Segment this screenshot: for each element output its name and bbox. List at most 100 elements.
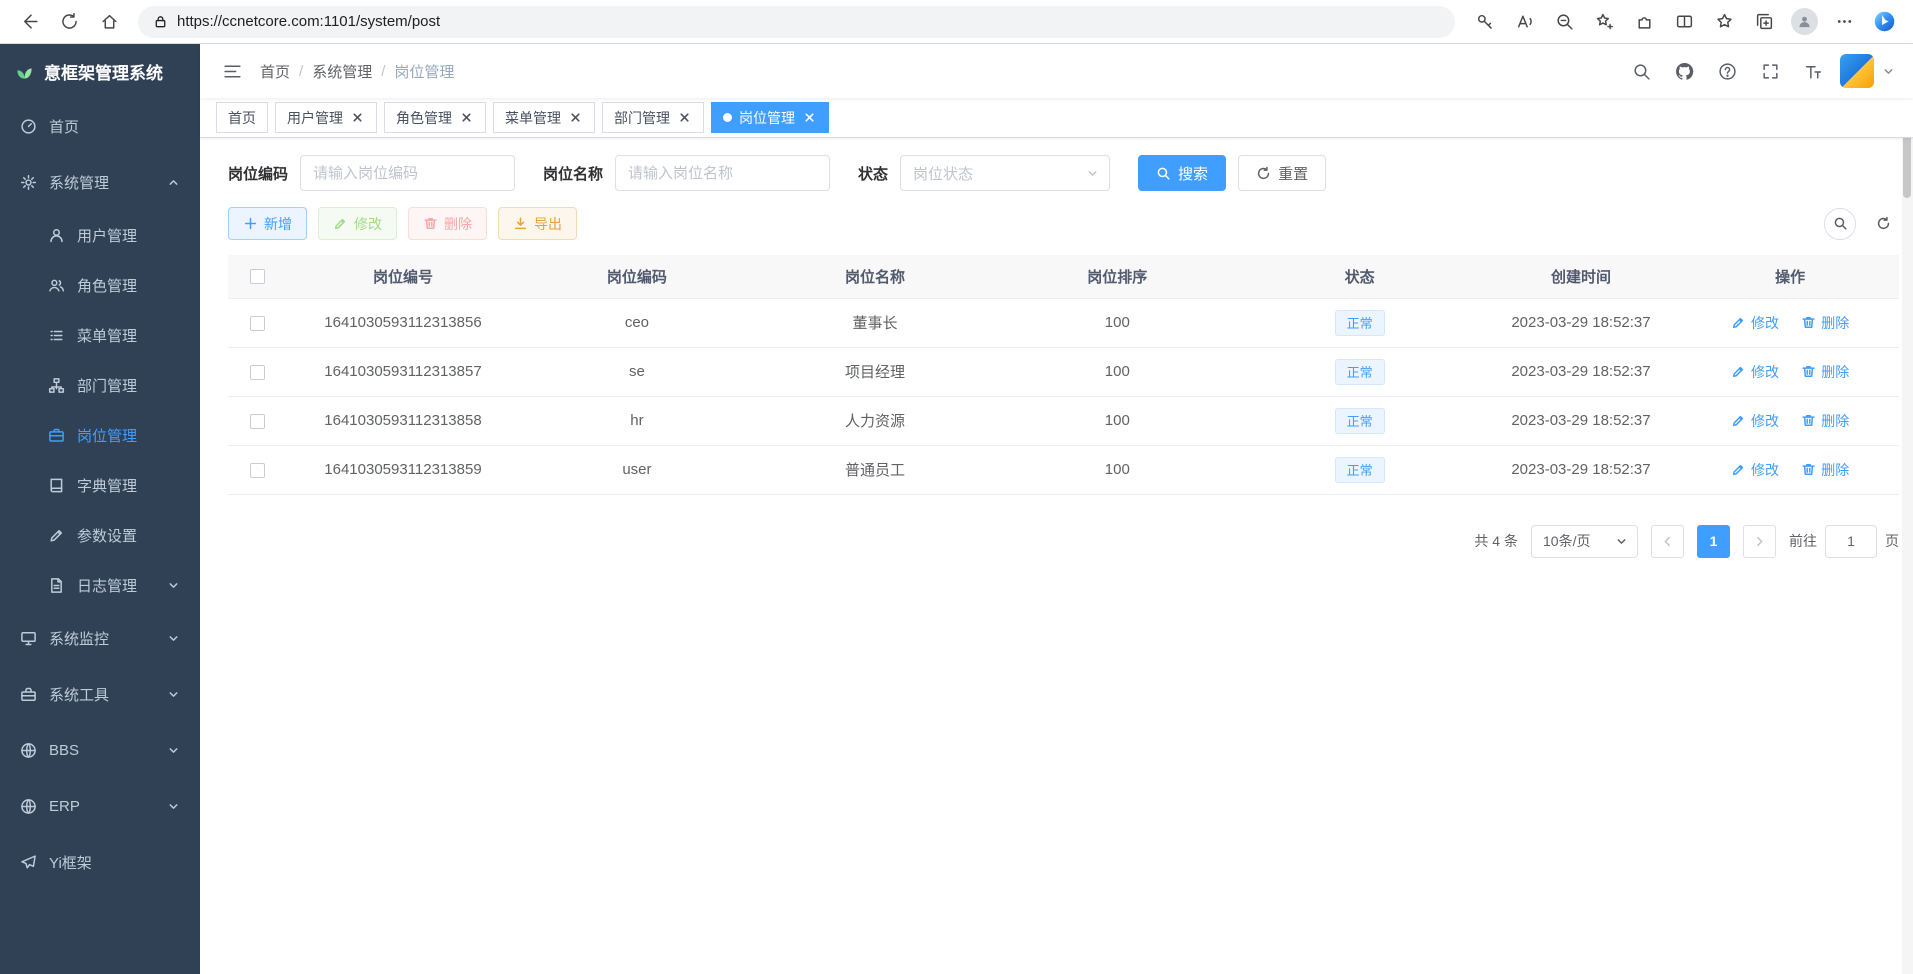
tab-home[interactable]: 首页 <box>216 102 268 133</box>
row-edit-link[interactable]: 修改 <box>1731 313 1779 333</box>
password-manager-button[interactable] <box>1465 5 1503 39</box>
breadcrumb: 首页 / 系统管理 / 岗位管理 <box>260 61 454 82</box>
goto-page-input[interactable] <box>1825 525 1877 558</box>
sidebar-item-dept-management[interactable]: 部门管理 <box>0 360 200 410</box>
row-edit-link[interactable]: 修改 <box>1731 411 1779 431</box>
tab-close-icon[interactable] <box>677 110 692 125</box>
sidebar-item-menu-management[interactable]: 菜单管理 <box>0 310 200 360</box>
tab-close-icon[interactable] <box>459 110 474 125</box>
browser-back-button[interactable] <box>10 5 48 39</box>
row-edit-link[interactable]: 修改 <box>1731 362 1779 382</box>
read-aloud-button[interactable] <box>1505 5 1543 39</box>
browser-menu-button[interactable] <box>1825 5 1863 39</box>
extensions-button[interactable] <box>1625 5 1663 39</box>
sidebar-item-user-management[interactable]: 用户管理 <box>0 210 200 260</box>
address-bar[interactable]: https://ccnetcore.com:1101/system/post <box>138 6 1455 38</box>
magnifier-minus-icon <box>1555 12 1574 31</box>
goto-label: 前往 <box>1789 531 1817 551</box>
sidebar-item-log-management[interactable]: 日志管理 <box>0 560 200 610</box>
tab-close-icon[interactable] <box>802 110 817 125</box>
row-checkbox[interactable] <box>250 316 265 331</box>
page-number-1[interactable]: 1 <box>1697 525 1730 558</box>
select-all-checkbox[interactable] <box>250 269 265 284</box>
sidebar-item-system-management[interactable]: 系统管理 <box>0 154 200 210</box>
breadcrumb-separator: / <box>381 63 385 80</box>
sidebar-item-param-settings[interactable]: 参数设置 <box>0 510 200 560</box>
browser-scrollbar[interactable] <box>1902 45 1913 974</box>
tab-dept-management[interactable]: 部门管理 <box>602 102 704 133</box>
add-favorite-button[interactable] <box>1585 5 1623 39</box>
split-screen-button[interactable] <box>1665 5 1703 39</box>
sidebar-item-dict-management[interactable]: 字典管理 <box>0 460 200 510</box>
search-button[interactable]: 搜索 <box>1138 155 1226 191</box>
row-delete-link[interactable]: 删除 <box>1801 411 1849 431</box>
sidebar-item-bbs[interactable]: BBS <box>0 722 200 778</box>
browser-chrome: https://ccnetcore.com:1101/system/post <box>0 0 1913 44</box>
sidebar-item-home[interactable]: 首页 <box>0 98 200 154</box>
row-edit-link[interactable]: 修改 <box>1731 460 1779 480</box>
page-size-select[interactable]: 10条/页 <box>1531 525 1638 558</box>
sidebar-item-role-management[interactable]: 角色管理 <box>0 260 200 310</box>
monitor-icon <box>20 630 37 647</box>
table-row: 1641030593112313858 hr 人力资源 100 正常 2023-… <box>228 396 1899 445</box>
github-button[interactable] <box>1668 55 1700 87</box>
zoom-button[interactable] <box>1545 5 1583 39</box>
globe-icon <box>20 798 37 815</box>
prev-page-button[interactable] <box>1651 525 1684 558</box>
breadcrumb-system[interactable]: 系统管理 <box>312 61 372 82</box>
sidebar-item-erp[interactable]: ERP <box>0 778 200 834</box>
tab-menu-management[interactable]: 菜单管理 <box>493 102 595 133</box>
status-badge: 正常 <box>1335 359 1385 385</box>
row-delete-link[interactable]: 删除 <box>1801 460 1849 480</box>
tab-close-icon[interactable] <box>568 110 583 125</box>
status-select[interactable]: 岗位状态 <box>900 155 1110 191</box>
help-button[interactable] <box>1711 55 1743 87</box>
add-button[interactable]: 新增 <box>228 207 307 240</box>
breadcrumb-home[interactable]: 首页 <box>260 61 290 82</box>
browser-home-button[interactable] <box>90 5 128 39</box>
sidebar-item-system-monitor[interactable]: 系统监控 <box>0 610 200 666</box>
row-checkbox[interactable] <box>250 414 265 429</box>
show-search-button[interactable] <box>1824 208 1856 240</box>
user-avatar[interactable] <box>1840 54 1874 88</box>
bing-chat-button[interactable] <box>1865 5 1903 39</box>
post-code-input[interactable] <box>300 155 515 191</box>
sidebar-toggle-button[interactable] <box>214 53 250 89</box>
row-checkbox[interactable] <box>250 365 265 380</box>
chevron-down-icon <box>167 632 180 645</box>
sidebar-item-system-tools[interactable]: 系统工具 <box>0 666 200 722</box>
header-search-button[interactable] <box>1625 55 1657 87</box>
modify-button[interactable]: 修改 <box>318 207 397 240</box>
avatar-dropdown-caret[interactable] <box>1882 65 1895 78</box>
export-button[interactable]: 导出 <box>498 207 577 240</box>
refresh-table-button[interactable] <box>1867 208 1899 240</box>
breadcrumb-separator: / <box>299 63 303 80</box>
next-page-button[interactable] <box>1743 525 1776 558</box>
collections-button[interactable] <box>1745 5 1783 39</box>
row-delete-link[interactable]: 删除 <box>1801 313 1849 333</box>
delete-button[interactable]: 删除 <box>408 207 487 240</box>
browser-refresh-button[interactable] <box>50 5 88 39</box>
font-size-button[interactable] <box>1797 55 1829 87</box>
reset-button[interactable]: 重置 <box>1238 155 1326 191</box>
favorites-button[interactable] <box>1705 5 1743 39</box>
tab-close-icon[interactable] <box>350 110 365 125</box>
browser-profile-button[interactable] <box>1785 5 1823 39</box>
sidebar-item-yi-framework[interactable]: Yi框架 <box>0 834 200 890</box>
lock-icon <box>153 14 168 29</box>
tab-role-management[interactable]: 角色管理 <box>384 102 486 133</box>
fullscreen-button[interactable] <box>1754 55 1786 87</box>
sidebar-item-post-management[interactable]: 岗位管理 <box>0 410 200 460</box>
sidebar-item-label: Yi框架 <box>49 852 180 873</box>
search-form: 岗位编码 岗位名称 状态 岗位状态 搜索 <box>228 155 1899 191</box>
users-icon <box>48 277 65 294</box>
chevron-down-icon <box>167 800 180 813</box>
row-delete-link[interactable]: 删除 <box>1801 362 1849 382</box>
tab-post-management[interactable]: 岗位管理 <box>711 102 829 133</box>
tab-user-management[interactable]: 用户管理 <box>275 102 377 133</box>
goto-unit: 页 <box>1885 531 1899 551</box>
post-name-input[interactable] <box>615 155 830 191</box>
column-header-post-id: 岗位编号 <box>286 255 520 298</box>
app-navbar: 首页 / 系统管理 / 岗位管理 <box>200 44 1913 98</box>
row-checkbox[interactable] <box>250 463 265 478</box>
